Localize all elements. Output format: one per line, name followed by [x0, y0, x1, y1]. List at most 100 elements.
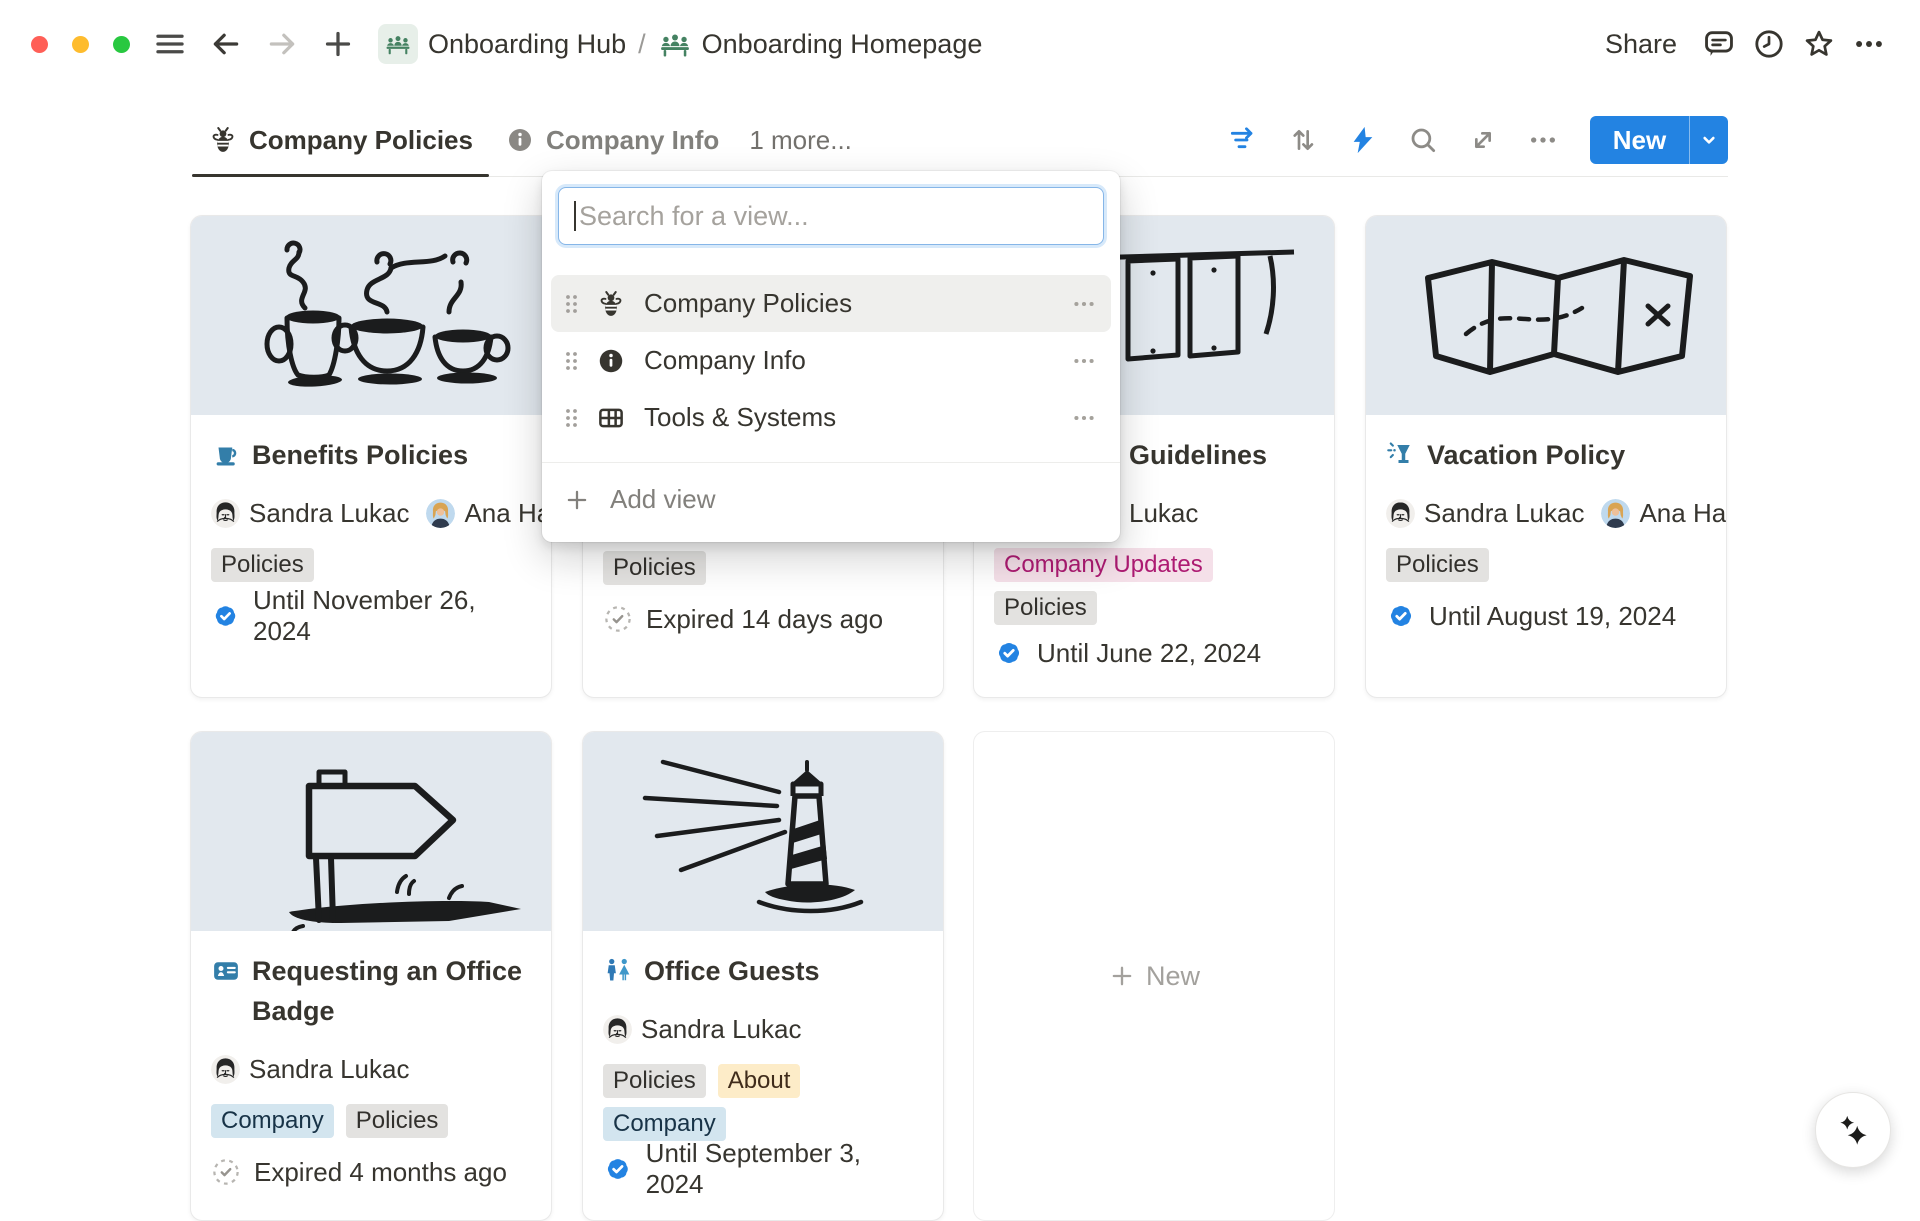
- card-vacation-policy[interactable]: Vacation Policy Sandra Lukac Ana Hau Pol…: [1365, 215, 1727, 698]
- comments-button[interactable]: [1701, 26, 1737, 62]
- view-options-button[interactable]: [1526, 123, 1560, 157]
- view-item-options-icon[interactable]: [1071, 405, 1097, 431]
- card-office-guests[interactable]: Office Guests Sandra Lukac Policies Abou…: [582, 731, 944, 1221]
- add-view-label: Add view: [610, 484, 716, 515]
- card-status: Until September 3, 2024: [603, 1151, 923, 1187]
- back-button[interactable]: [208, 26, 244, 62]
- avatar-sandra: [211, 1055, 240, 1084]
- chevron-down-icon: [1696, 127, 1722, 153]
- status-text: Expired 4 months ago: [254, 1157, 507, 1188]
- card-benefits-policies[interactable]: Benefits Policies Sandra Lukac Ana Ha Po…: [190, 215, 552, 698]
- breadcrumb-page-label: Onboarding Homepage: [702, 29, 983, 60]
- meeting-people-icon: [658, 27, 692, 61]
- breadcrumb-page[interactable]: Onboarding Homepage: [650, 23, 991, 65]
- card-authors: Sandra Lukac: [211, 1052, 531, 1086]
- status-text: Until September 3, 2024: [646, 1138, 923, 1200]
- card-title-row: Benefits Policies: [211, 435, 531, 475]
- more-options-button[interactable]: [1851, 26, 1887, 62]
- card-tags: Policies: [1386, 548, 1706, 582]
- view-item-options-icon[interactable]: [1071, 291, 1097, 317]
- view-item-label: Company Policies: [644, 288, 1071, 319]
- hamburger-icon: [153, 27, 187, 61]
- zoom-window-button[interactable]: [113, 36, 130, 53]
- tab-company-info[interactable]: Company Info: [489, 104, 735, 176]
- tropical-drink-icon: [1386, 440, 1416, 475]
- lightning-icon: [1347, 124, 1379, 156]
- card-title-row: Office Guests: [603, 951, 923, 991]
- card-tags: Company Policies: [211, 1104, 531, 1138]
- view-item-label: Company Info: [644, 345, 1071, 376]
- expand-view-button[interactable]: [1466, 123, 1500, 157]
- plus-icon: [1108, 962, 1136, 990]
- breadcrumb: Onboarding Hub / Onboarding Homepage: [370, 20, 990, 68]
- more-views-button[interactable]: 1 more...: [735, 104, 866, 176]
- author-name: Ana Ha: [464, 498, 551, 529]
- avatar-ana: [1601, 499, 1630, 528]
- tag-policies: Policies: [994, 591, 1097, 625]
- tag-company: Company: [211, 1104, 334, 1138]
- view-item-options-icon[interactable]: [1071, 348, 1097, 374]
- card-title: Requesting an Office Badge: [252, 951, 531, 1031]
- table-icon: [596, 403, 626, 433]
- folded-map-illustration: [1366, 216, 1726, 415]
- favorite-button[interactable]: [1801, 26, 1837, 62]
- new-card-button[interactable]: New: [973, 731, 1335, 1221]
- sparkles-icon: [1832, 1109, 1874, 1151]
- forward-button[interactable]: [264, 26, 300, 62]
- card-tags: Policies: [211, 548, 531, 582]
- sort-button[interactable]: [1286, 123, 1320, 157]
- card-status: Expired 14 days ago: [603, 601, 923, 637]
- plus-icon: [321, 27, 355, 61]
- add-view-button[interactable]: Add view: [551, 471, 1111, 528]
- menu-divider: [542, 462, 1120, 463]
- share-button[interactable]: Share: [1595, 23, 1687, 66]
- status-text: Until August 19, 2024: [1429, 601, 1676, 632]
- minimize-window-button[interactable]: [72, 36, 89, 53]
- card-authors: Sandra Lukac Ana Ha: [211, 496, 551, 530]
- tag-policies: Policies: [211, 548, 314, 582]
- new-record-button[interactable]: New: [1590, 116, 1728, 164]
- tag-about: About: [718, 1064, 801, 1098]
- card-authors: Sandra Lukac: [603, 1012, 923, 1046]
- meeting-people-icon: [378, 24, 418, 64]
- breadcrumb-hub[interactable]: Onboarding Hub: [370, 20, 634, 68]
- card-tags: Company Updates Policies: [994, 548, 1314, 625]
- tag-company-updates: Company Updates: [994, 548, 1213, 582]
- filter-icon: [1227, 124, 1259, 156]
- filter-button[interactable]: [1226, 123, 1260, 157]
- drag-handle-icon[interactable]: [564, 407, 579, 429]
- search-button[interactable]: [1406, 123, 1440, 157]
- card-status: Until June 22, 2024: [994, 635, 1314, 671]
- forward-arrow-icon: [265, 27, 299, 61]
- card-tags: Policies: [603, 551, 923, 585]
- tag-policies: Policies: [603, 551, 706, 585]
- card-authors: Sandra Lukac Ana Hau: [1386, 496, 1726, 530]
- drag-handle-icon[interactable]: [564, 293, 579, 315]
- view-switcher-menu: Company Policies Company Info: [542, 171, 1120, 542]
- new-page-button[interactable]: [320, 26, 356, 62]
- status-text: Until June 22, 2024: [1037, 638, 1261, 669]
- history-button[interactable]: [1751, 26, 1787, 62]
- card-title: Guidelines: [1129, 435, 1267, 475]
- ellipsis-icon: [1527, 124, 1559, 156]
- search-icon: [1407, 124, 1439, 156]
- verified-badge-icon: [603, 1154, 633, 1184]
- card-title: Office Guests: [644, 951, 820, 991]
- automations-button[interactable]: [1346, 123, 1380, 157]
- avatar-sandra: [211, 499, 240, 528]
- info-icon: [505, 125, 535, 155]
- view-item-company-policies[interactable]: Company Policies: [551, 275, 1111, 332]
- text-cursor: [574, 201, 576, 231]
- ai-assistant-button[interactable]: [1815, 1092, 1891, 1168]
- drag-handle-icon[interactable]: [564, 350, 579, 372]
- view-item-company-info[interactable]: Company Info: [551, 332, 1111, 389]
- new-button-dropdown[interactable]: [1690, 127, 1728, 153]
- sidebar-menu-button[interactable]: [152, 26, 188, 62]
- view-search-input[interactable]: [558, 187, 1104, 245]
- card-office-badge[interactable]: Requesting an Office Badge Sandra Lukac …: [190, 731, 552, 1221]
- tab-company-policies[interactable]: Company Policies: [192, 104, 489, 176]
- author-name: Ana Hau: [1639, 498, 1726, 529]
- close-window-button[interactable]: [31, 36, 48, 53]
- view-item-tools-systems[interactable]: Tools & Systems: [551, 389, 1111, 446]
- expired-check-icon: [603, 604, 633, 634]
